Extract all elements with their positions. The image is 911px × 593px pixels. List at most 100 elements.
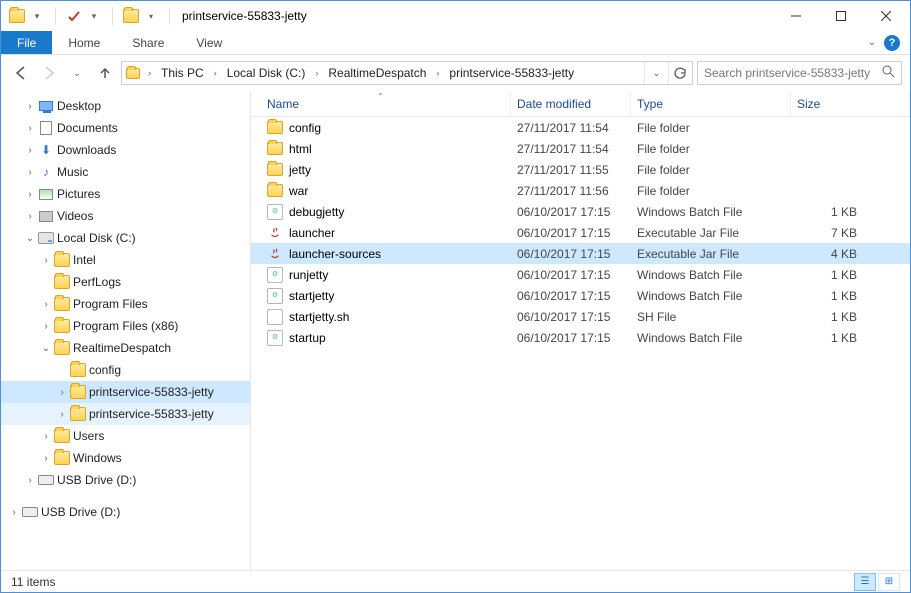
column-headers: Name⌃ Date modified Type Size (251, 91, 910, 117)
file-row[interactable]: war27/11/2017 11:56File folder (251, 180, 910, 201)
file-row[interactable]: config27/11/2017 11:54File folder (251, 117, 910, 138)
expand-icon[interactable]: › (55, 387, 69, 398)
qat-dropdown2-icon[interactable]: ▾ (86, 8, 102, 24)
file-row[interactable]: jetty27/11/2017 11:55File folder (251, 159, 910, 180)
expand-icon[interactable]: › (7, 507, 21, 518)
tree-icon (53, 253, 71, 267)
tree-item[interactable]: ›USB Drive (D:) (1, 469, 250, 491)
file-name: startjetty (289, 289, 334, 303)
tree-item[interactable]: ⌄ Local Disk (C:) (1, 227, 250, 249)
breadcrumb-seg[interactable]: printservice-55833-jetty (443, 62, 580, 84)
file-row[interactable]: launcher06/10/2017 17:15Executable Jar F… (251, 222, 910, 243)
tree-item[interactable]: ›Program Files (1, 293, 250, 315)
tree-icon (69, 385, 87, 399)
expand-icon[interactable]: › (23, 211, 37, 222)
tree-item[interactable]: ›Intel (1, 249, 250, 271)
chevron-right-icon[interactable]: › (311, 68, 322, 78)
tree-item[interactable]: ›Windows (1, 447, 250, 469)
recent-dropdown-icon[interactable]: ⌄ (65, 61, 89, 85)
back-button[interactable] (9, 61, 33, 85)
column-date[interactable]: Date modified (511, 91, 631, 116)
file-list[interactable]: Name⌃ Date modified Type Size config27/1… (251, 91, 910, 570)
file-date: 27/11/2017 11:56 (511, 184, 631, 198)
tree-item[interactable]: ›printservice-55833-jetty (1, 381, 250, 403)
up-button[interactable] (93, 61, 117, 85)
expand-icon[interactable]: › (23, 189, 37, 200)
icons-view-button[interactable]: ⊞ (878, 573, 900, 591)
breadcrumb-seg[interactable]: Local Disk (C:) (221, 62, 312, 84)
file-row[interactable]: html27/11/2017 11:54File folder (251, 138, 910, 159)
tree-item[interactable]: ›⬇Downloads (1, 139, 250, 161)
file-row[interactable]: ⚙startup06/10/2017 17:15Windows Batch Fi… (251, 327, 910, 348)
minimize-button[interactable] (773, 1, 818, 31)
address-dropdown-icon[interactable]: ⌄ (644, 62, 668, 84)
expand-icon[interactable]: › (23, 145, 37, 156)
file-size: 1 KB (791, 289, 910, 303)
expand-icon[interactable]: ⌄ (23, 233, 37, 244)
tree-item-label: Local Disk (C:) (57, 231, 136, 245)
breadcrumb[interactable]: › This PC › Local Disk (C:) › RealtimeDe… (121, 61, 693, 85)
file-name: runjetty (289, 268, 328, 282)
chevron-right-icon[interactable]: › (210, 68, 221, 78)
breadcrumb-seg[interactable]: RealtimeDespatch (322, 62, 432, 84)
file-size: 4 KB (791, 247, 910, 261)
file-row[interactable]: ⚙debugjetty06/10/2017 17:15Windows Batch… (251, 201, 910, 222)
expand-icon[interactable]: › (39, 453, 53, 464)
tree-item-label: printservice-55833-jetty (89, 407, 214, 421)
expand-icon[interactable]: › (39, 299, 53, 310)
tree-item[interactable]: config (1, 359, 250, 381)
expand-icon[interactable]: › (39, 321, 53, 332)
tree-item-label: Downloads (57, 143, 116, 157)
expand-icon[interactable]: › (39, 431, 53, 442)
tab-view[interactable]: View (180, 31, 238, 54)
breadcrumb-seg[interactable]: This PC (155, 62, 210, 84)
tree-item[interactable]: ›♪Music (1, 161, 250, 183)
help-icon[interactable]: ? (884, 35, 900, 51)
expand-icon[interactable]: › (23, 475, 37, 486)
column-type[interactable]: Type (631, 91, 791, 116)
tree-icon (37, 101, 55, 111)
tree-item[interactable]: ⌄RealtimeDespatch (1, 337, 250, 359)
details-view-button[interactable]: ☰ (854, 573, 876, 591)
tree-item[interactable]: › Videos (1, 205, 250, 227)
tree-icon: ⬇ (37, 143, 55, 157)
chevron-right-icon[interactable]: › (432, 68, 443, 78)
expand-icon[interactable]: › (39, 255, 53, 266)
file-row[interactable]: startjetty.sh06/10/2017 17:15SH File1 KB (251, 306, 910, 327)
close-button[interactable] (863, 1, 908, 31)
tree-item[interactable]: ›USB Drive (D:) (1, 501, 250, 523)
column-name[interactable]: Name⌃ (251, 91, 511, 116)
file-type: Windows Batch File (631, 331, 791, 345)
tree-item[interactable]: ›Desktop (1, 95, 250, 117)
ribbon-expand-icon[interactable]: ⌄ (868, 37, 876, 48)
file-tab[interactable]: File (1, 31, 52, 54)
file-date: 27/11/2017 11:54 (511, 121, 631, 135)
tree-item[interactable]: ›Program Files (x86) (1, 315, 250, 337)
tab-home[interactable]: Home (52, 31, 116, 54)
chevron-right-icon[interactable]: › (144, 68, 155, 78)
maximize-button[interactable] (818, 1, 863, 31)
expand-icon[interactable]: › (23, 167, 37, 178)
title-dropdown-icon[interactable]: ▾ (143, 8, 159, 24)
expand-icon[interactable]: › (23, 123, 37, 134)
tree-item[interactable]: ›Documents (1, 117, 250, 139)
tab-share[interactable]: Share (116, 31, 180, 54)
file-row[interactable]: ⚙runjetty06/10/2017 17:15Windows Batch F… (251, 264, 910, 285)
column-size[interactable]: Size (791, 91, 910, 116)
forward-button[interactable] (37, 61, 61, 85)
tree-item[interactable]: ›Pictures (1, 183, 250, 205)
tree-item[interactable]: PerfLogs (1, 271, 250, 293)
expand-icon[interactable]: ⌄ (39, 343, 53, 354)
file-row[interactable]: launcher-sources06/10/2017 17:15Executab… (251, 243, 910, 264)
qat-dropdown-icon[interactable]: ▾ (29, 8, 45, 24)
navigation-tree[interactable]: ›Desktop›Documents›⬇Downloads›♪Music›Pic… (1, 91, 251, 570)
tree-item[interactable]: ›Users (1, 425, 250, 447)
search-input[interactable]: Search printservice-55833-jetty (697, 61, 902, 85)
expand-icon[interactable]: › (23, 101, 37, 112)
tree-item[interactable]: › printservice-55833-jetty (1, 403, 250, 425)
tree-item-label: Videos (57, 209, 93, 223)
properties-icon[interactable] (66, 8, 82, 24)
refresh-button[interactable] (668, 62, 692, 84)
file-row[interactable]: ⚙startjetty06/10/2017 17:15Windows Batch… (251, 285, 910, 306)
expand-icon[interactable]: › (55, 409, 69, 420)
